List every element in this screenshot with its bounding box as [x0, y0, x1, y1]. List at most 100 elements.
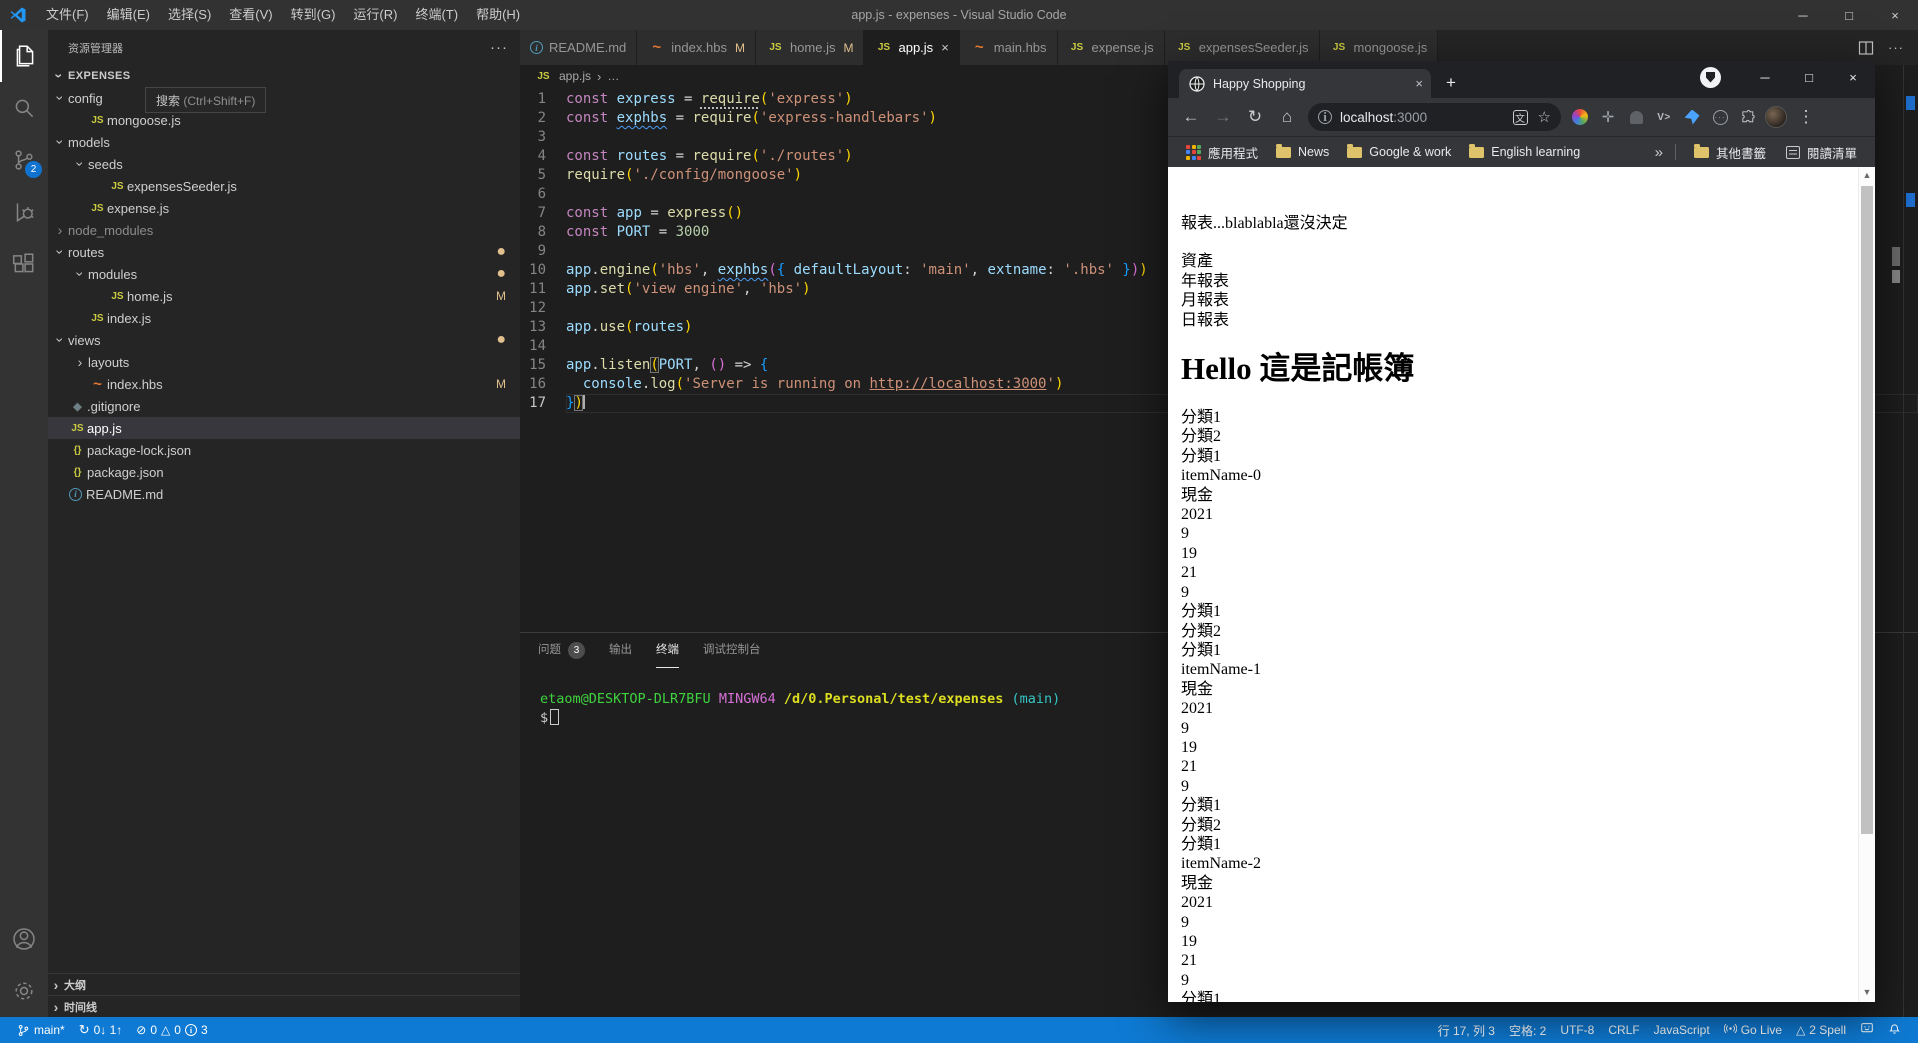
- file-tree-item[interactable]: ◆ .gitignore: [48, 395, 520, 417]
- problems-item[interactable]: ⊘ 0 △ 0 i3: [129, 1017, 214, 1043]
- activity-run-debug-button[interactable]: [0, 186, 48, 238]
- activity-search-button[interactable]: [0, 82, 48, 134]
- scrollbar-thumb[interactable]: [1861, 186, 1873, 834]
- color-wheel-extension-icon[interactable]: [1567, 104, 1593, 130]
- vscode-minimize-button[interactable]: ─: [1780, 0, 1826, 30]
- vue-devtools-extension-icon[interactable]: V>: [1651, 104, 1677, 130]
- menu-item[interactable]: 转到(G): [282, 7, 345, 22]
- file-tree-item[interactable]: i README.md: [48, 483, 520, 505]
- tab-close-icon[interactable]: ×: [1415, 76, 1423, 91]
- accounts-button[interactable]: [0, 913, 48, 965]
- bookmarks-overflow-icon[interactable]: »: [1655, 144, 1663, 161]
- settings-button[interactable]: [0, 965, 48, 1017]
- timeline-section[interactable]: 时间线: [48, 995, 520, 1017]
- split-editor-icon[interactable]: [1858, 40, 1874, 56]
- file-tree-item[interactable]: {} package-lock.json: [48, 439, 520, 461]
- scroll-down-icon[interactable]: ▼: [1859, 985, 1875, 1001]
- site-info-icon[interactable]: i: [1318, 109, 1332, 124]
- editor-tab-index.hbs[interactable]: ~ index.hbs M: [637, 30, 756, 65]
- file-tree-item[interactable]: node_modules: [48, 219, 520, 241]
- file-tree-item[interactable]: JS expense.js: [48, 197, 520, 219]
- panel-tab-调试控制台[interactable]: 调试控制台: [703, 633, 761, 668]
- reading-list-button[interactable]: 閱讀清單: [1780, 143, 1863, 162]
- vscode-maximize-button[interactable]: □: [1826, 0, 1872, 30]
- menu-item[interactable]: 查看(V): [220, 7, 281, 22]
- bookmark-folder-News[interactable]: News: [1270, 143, 1335, 159]
- silhouette-extension-icon[interactable]: [1623, 104, 1649, 130]
- browser-maximize-button[interactable]: □: [1787, 61, 1831, 93]
- editor-more-actions-icon[interactable]: ···: [1888, 40, 1904, 55]
- other-bookmarks-folder[interactable]: 其他書籤: [1688, 143, 1772, 162]
- editor-tab-mongoose.js[interactable]: JS mongoose.js: [1319, 30, 1439, 65]
- file-tree-item[interactable]: seeds: [48, 153, 520, 175]
- tab-close-icon[interactable]: ×: [941, 40, 949, 55]
- status-feedback[interactable]: [1853, 1017, 1881, 1043]
- activity-explorer-button[interactable]: [0, 30, 48, 82]
- menu-item[interactable]: 运行(R): [344, 7, 406, 22]
- git-branch-item[interactable]: main*: [10, 1017, 72, 1043]
- forward-icon[interactable]: →: [1208, 102, 1238, 132]
- reload-icon[interactable]: ↻: [1240, 102, 1270, 132]
- back-icon[interactable]: ←: [1176, 102, 1206, 132]
- browser-close-button[interactable]: ×: [1831, 61, 1875, 93]
- explorer-more-actions-icon[interactable]: ···: [490, 39, 508, 56]
- address-bar[interactable]: i localhost :3000 文 ☆: [1308, 103, 1561, 131]
- file-tree-item[interactable]: models: [48, 131, 520, 153]
- editor-tab-README.md[interactable]: i README.md: [520, 30, 638, 65]
- status-encoding[interactable]: UTF-8: [1553, 1017, 1601, 1043]
- status-language-mode[interactable]: JavaScript: [1647, 1017, 1717, 1043]
- editor-tab-main.hbs[interactable]: ~ main.hbs: [959, 30, 1058, 65]
- file-tree-item[interactable]: {} package.json: [48, 461, 520, 483]
- status-indentation[interactable]: 空格: 2: [1502, 1017, 1553, 1043]
- menu-item[interactable]: 文件(F): [37, 7, 98, 22]
- apps-shortcut[interactable]: 應用程式: [1180, 143, 1264, 162]
- scroll-up-icon[interactable]: ▲: [1859, 168, 1875, 184]
- file-tree-item[interactable]: JS app.js: [48, 417, 520, 439]
- home-icon[interactable]: ⌂: [1272, 102, 1302, 132]
- translate-icon[interactable]: 文: [1512, 109, 1528, 125]
- sync-item[interactable]: ↻ 0↓ 1↑: [72, 1017, 130, 1043]
- browser-profile-badge-icon[interactable]: [1700, 66, 1721, 88]
- editor-tab-app.js[interactable]: JS app.js ×: [864, 30, 960, 65]
- file-tree-item[interactable]: JS home.js M: [48, 285, 520, 307]
- file-tree-item[interactable]: JS index.js: [48, 307, 520, 329]
- browser-minimize-button[interactable]: ─: [1743, 61, 1787, 93]
- status-spell-checker[interactable]: △ 2 Spell: [1789, 1017, 1853, 1043]
- menu-item[interactable]: 终端(T): [406, 7, 467, 22]
- file-tree-item[interactable]: routes ●: [48, 241, 520, 263]
- workspace-root-row[interactable]: EXPENSES: [48, 65, 520, 87]
- menu-item[interactable]: 编辑(E): [98, 7, 159, 22]
- menu-item[interactable]: 帮助(H): [467, 7, 529, 22]
- new-tab-button[interactable]: +: [1437, 69, 1465, 97]
- menu-item[interactable]: 选择(S): [159, 7, 220, 22]
- extensions-puzzle-icon[interactable]: [1735, 104, 1761, 130]
- browser-menu-icon[interactable]: ⋮: [1791, 102, 1821, 132]
- page-scrollbar[interactable]: ▲ ▼: [1858, 167, 1875, 1002]
- file-tree-item[interactable]: layouts: [48, 351, 520, 373]
- activity-source-control-button[interactable]: 2: [0, 134, 48, 186]
- editor-tab-expense.js[interactable]: JS expense.js: [1057, 30, 1165, 65]
- browser-tab[interactable]: Happy Shopping ×: [1179, 69, 1431, 98]
- panel-tab-问题[interactable]: 问题 3: [538, 633, 585, 668]
- bookmark-star-icon[interactable]: ☆: [1538, 108, 1551, 126]
- file-tree-item[interactable]: ~ index.hbs M: [48, 373, 520, 395]
- panel-tab-终端[interactable]: 终端: [656, 633, 679, 668]
- status-cursor-position[interactable]: 行 17, 列 3: [1431, 1017, 1502, 1043]
- bookmark-folder-English learning[interactable]: English learning: [1463, 143, 1586, 159]
- outline-section[interactable]: 大纲: [48, 973, 520, 995]
- panel-tab-输出[interactable]: 输出: [609, 633, 632, 668]
- bookmark-folder-Google & work[interactable]: Google & work: [1341, 143, 1457, 159]
- editor-tab-home.js[interactable]: JS home.js M: [755, 30, 865, 65]
- file-tree-item[interactable]: JS mongoose.js: [48, 109, 520, 131]
- status-eol[interactable]: CRLF: [1601, 1017, 1646, 1043]
- kite-extension-icon[interactable]: [1679, 104, 1705, 130]
- status-go-live[interactable]: Go Live: [1717, 1017, 1789, 1043]
- activity-extensions-button[interactable]: [0, 238, 48, 290]
- editor-tab-expensesSeeder.js[interactable]: JS expensesSeeder.js: [1164, 30, 1320, 65]
- dots-circle-extension-icon[interactable]: ···: [1707, 104, 1733, 130]
- file-tree-item[interactable]: config: [48, 87, 520, 109]
- status-notifications[interactable]: [1881, 1017, 1908, 1043]
- file-tree-item[interactable]: modules ●: [48, 263, 520, 285]
- file-tree-item[interactable]: JS expensesSeeder.js: [48, 175, 520, 197]
- move-tool-extension-icon[interactable]: ✛: [1595, 104, 1621, 130]
